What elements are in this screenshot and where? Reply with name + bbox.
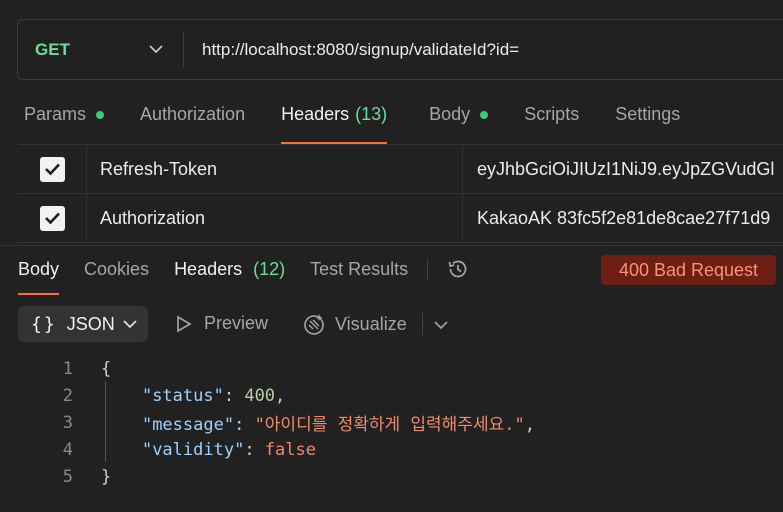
line-number: 4: [62, 439, 73, 460]
line-number: 5: [62, 466, 73, 487]
tab-scripts[interactable]: Scripts: [524, 104, 579, 144]
chevron-down-icon[interactable]: [434, 317, 448, 335]
code-text: {: [101, 359, 111, 379]
url-input[interactable]: http://localhost:8080/signup/validateId?…: [184, 40, 519, 60]
request-tabs: Params Authorization Headers (13) Body S…: [24, 104, 716, 144]
visualize-label: Visualize: [335, 313, 407, 334]
code-line: 2 "status": 400,: [0, 382, 783, 409]
response-body-editor[interactable]: 1 { 2 "status": 400, 3 "message": "아이디를 …: [0, 355, 783, 490]
json-key: "message": [141, 415, 235, 435]
response-divider: [0, 245, 783, 246]
json-string: "아이디를 정확하게 입력해주세요.": [254, 415, 525, 435]
line-number: 3: [62, 412, 73, 433]
json-key: "validity": [141, 439, 245, 460]
preview-label: Preview: [204, 313, 269, 333]
header-key[interactable]: Refresh-Token: [87, 145, 463, 193]
check-icon: [44, 163, 60, 176]
status-dot: [96, 111, 105, 119]
code-line: 4 "validity": false: [0, 436, 783, 463]
tab-count: (13): [355, 104, 388, 124]
tab-headers[interactable]: Headers (13): [281, 104, 388, 144]
code-text: "message": "아이디를 정확하게 입력해주세요.",: [141, 415, 535, 435]
tab-response-headers[interactable]: Headers (12): [174, 259, 285, 295]
tab-label: Body: [429, 104, 471, 124]
tab-params[interactable]: Params: [24, 104, 105, 144]
code-line: 5 }: [0, 463, 783, 490]
chevron-down-icon: [123, 319, 137, 329]
code-text: "validity": false: [141, 439, 316, 460]
headers-table: Refresh-Token eyJhbGciOiJIUzI1NiJ9.eyJpZ…: [18, 144, 783, 243]
tab-label: Settings: [615, 104, 681, 124]
format-label: JSON: [66, 313, 115, 334]
braces-icon: {}: [31, 313, 57, 335]
play-icon: [177, 315, 192, 332]
tab-label: Headers: [174, 259, 243, 279]
divider: [427, 259, 429, 281]
code-line: 3 "message": "아이디를 정확하게 입력해주세요.",: [0, 409, 783, 436]
table-row: Refresh-Token eyJhbGciOiJIUzI1NiJ9.eyJpZ…: [18, 145, 783, 194]
tab-label: Headers: [281, 104, 350, 124]
checkbox-cell: [18, 194, 87, 242]
tab-label: Scripts: [524, 104, 580, 124]
open-brace: {: [101, 358, 112, 379]
tab-cookies[interactable]: Cookies: [84, 259, 149, 295]
header-value[interactable]: KakaoAK 83fc5f2e81de8cae27f71d9: [463, 194, 783, 242]
header-value[interactable]: eyJhbGciOiJIUzI1NiJ9.eyJpZGVudGl: [463, 145, 783, 193]
chevron-down-icon: [149, 43, 163, 57]
tab-test-results[interactable]: Test Results: [310, 259, 408, 295]
tab-body[interactable]: Body: [429, 104, 489, 144]
checkbox-cell: [18, 145, 87, 193]
response-tabs: Body Cookies Headers (12) Test Results: [18, 259, 470, 295]
method-select[interactable]: GET: [18, 31, 184, 68]
history-icon[interactable]: [446, 257, 470, 281]
tab-label: Params: [24, 104, 87, 124]
table-row: Authorization KakaoAK 83fc5f2e81de8cae27…: [18, 194, 783, 243]
json-number: 400: [244, 385, 276, 406]
visualize-icon: [304, 314, 324, 335]
url-bar: GET http://localhost:8080/signup/validat…: [17, 19, 783, 80]
format-select[interactable]: {} JSON: [18, 306, 148, 342]
tab-count: (12): [253, 259, 286, 279]
divider: [422, 313, 423, 335]
json-boolean: false: [264, 439, 316, 460]
tab-response-body[interactable]: Body: [18, 259, 60, 295]
row-checkbox[interactable]: [39, 205, 65, 231]
line-number: 2: [62, 385, 73, 406]
tab-settings[interactable]: Settings: [615, 104, 680, 144]
check-icon: [44, 212, 60, 225]
tab-label: Authorization: [140, 104, 246, 124]
visualize-button[interactable]: Visualize: [302, 312, 407, 336]
tab-authorization[interactable]: Authorization: [140, 104, 245, 144]
close-brace: }: [101, 466, 112, 487]
status-dot: [480, 111, 489, 119]
code-text: "status": 400,: [141, 385, 286, 406]
preview-button[interactable]: Preview: [176, 313, 268, 334]
header-key[interactable]: Authorization: [87, 194, 463, 242]
line-number: 1: [62, 358, 73, 379]
method-label: GET: [35, 39, 70, 59]
json-key: "status": [141, 385, 224, 406]
code-text: }: [101, 467, 111, 487]
status-badge[interactable]: 400 Bad Request: [601, 255, 776, 285]
row-checkbox[interactable]: [39, 156, 65, 182]
code-line: 1 {: [0, 355, 783, 382]
